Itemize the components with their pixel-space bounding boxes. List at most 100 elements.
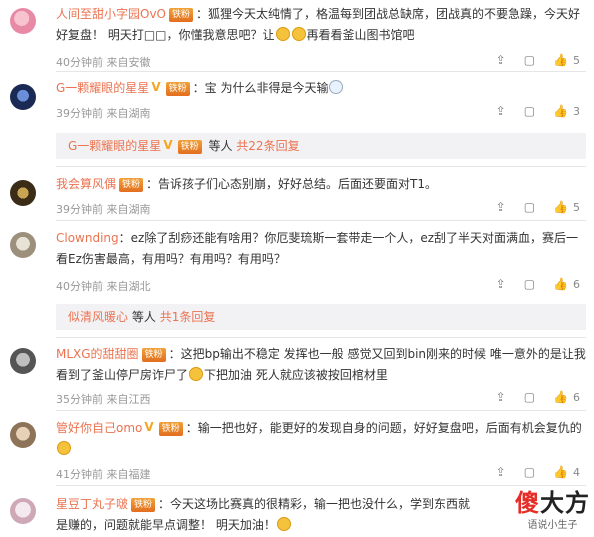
- comment-button[interactable]: ▢: [524, 277, 535, 291]
- username[interactable]: 我会算风偶: [56, 177, 116, 191]
- fan-badge: 铁粉: [165, 82, 190, 96]
- like-button[interactable]: 👍 6: [553, 390, 580, 404]
- view-replies-link[interactable]: 共1条回复: [160, 310, 216, 324]
- thumbs-up-icon: 👍: [553, 200, 568, 214]
- divider: [56, 485, 586, 486]
- divider: [56, 71, 586, 72]
- like-button[interactable]: 👍 3: [553, 104, 580, 118]
- share-button[interactable]: ⇪: [496, 104, 506, 118]
- share-icon: ⇪: [495, 465, 506, 479]
- emoji-icon: [329, 80, 344, 94]
- comment-button[interactable]: ▢: [524, 53, 535, 67]
- comment-button[interactable]: ▢: [524, 200, 535, 214]
- share-button[interactable]: ⇪: [496, 277, 506, 291]
- avatar[interactable]: [10, 84, 36, 110]
- username[interactable]: Clownding: [56, 231, 119, 245]
- like-count: 3: [573, 104, 580, 118]
- avatar[interactable]: [10, 180, 36, 206]
- flexed-arm-emoji-icon: [57, 441, 71, 455]
- thumbs-up-icon: 👍: [553, 53, 568, 67]
- comment-icon: ▢: [523, 465, 536, 479]
- avatar[interactable]: [10, 498, 36, 524]
- emoji-icon: [275, 27, 290, 41]
- divider: [56, 410, 586, 411]
- comment-text: ez除了刮痧还能有啥用？你厄斐琉斯一套带走一个人，ez刮了半天对面满血，赛后一看…: [56, 231, 579, 266]
- avatar[interactable]: [10, 348, 36, 374]
- emoji-icon: [291, 27, 306, 41]
- comment-time: 35分钟前: [56, 393, 103, 406]
- share-icon: ⇪: [495, 104, 506, 118]
- comment-text: 告诉孩子们心态别崩，好好总结。后面还要面对T1。: [158, 177, 438, 191]
- watermark-black-text: 大方: [540, 489, 590, 517]
- comment-text: 输一把也好，能更好的发现自身的问题，好好复盘吧，后面有机会复仇的: [197, 421, 582, 435]
- like-count: 5: [573, 200, 580, 214]
- comment-button[interactable]: ▢: [524, 104, 535, 118]
- comment-icon: ▢: [523, 200, 536, 214]
- watermark-subtext: 语说小生子: [527, 520, 578, 531]
- comment-icon: ▢: [523, 390, 536, 404]
- share-button[interactable]: ⇪: [496, 200, 506, 214]
- divider: [56, 166, 586, 167]
- like-count: 6: [573, 390, 580, 404]
- username[interactable]: 星豆丁丸子啵: [56, 497, 128, 511]
- comment-time: 40分钟前: [56, 56, 103, 69]
- fan-badge: 铁粉: [177, 140, 202, 154]
- share-icon: ⇪: [495, 200, 506, 214]
- share-button[interactable]: ⇪: [496, 465, 506, 479]
- comment-location: 来自湖南: [106, 203, 151, 216]
- reply-preview[interactable]: G一颗耀眼的星星 V 铁粉 等人 共22条回复: [56, 133, 586, 159]
- verified-icon: V: [151, 80, 161, 94]
- share-button[interactable]: ⇪: [496, 390, 506, 404]
- comment-icon: ▢: [523, 53, 536, 67]
- avatar[interactable]: [10, 422, 36, 448]
- fan-badge: 铁粉: [119, 178, 144, 192]
- like-button[interactable]: 👍 6: [553, 277, 580, 291]
- like-button[interactable]: 👍 5: [553, 200, 580, 214]
- comment-text: 宝 为什么非得是今天输: [204, 81, 329, 95]
- comment-location: 来自江西: [106, 393, 151, 406]
- comment-location: 来自湖北: [106, 280, 151, 293]
- divider: [56, 337, 586, 338]
- watermark-red-text: 傻: [515, 489, 540, 517]
- share-button[interactable]: ⇪: [496, 53, 506, 67]
- thumbs-up-icon: 👍: [553, 104, 568, 118]
- comment-location: 来自湖南: [106, 107, 151, 120]
- like-count: 5: [573, 53, 580, 67]
- avatar[interactable]: [10, 8, 36, 34]
- comment-time: 39分钟前: [56, 107, 103, 120]
- verified-icon: V: [163, 138, 173, 152]
- like-button[interactable]: 👍 5: [553, 53, 580, 67]
- thumbs-up-icon: 👍: [553, 277, 568, 291]
- share-icon: ⇪: [495, 277, 506, 291]
- share-icon: ⇪: [495, 390, 506, 404]
- reply-username[interactable]: 似清风暖心: [68, 310, 128, 324]
- avatar[interactable]: [10, 232, 36, 258]
- view-replies-link[interactable]: 共22条回复: [236, 139, 299, 153]
- comment-icon: ▢: [523, 277, 536, 291]
- divider: [56, 220, 586, 221]
- comment-button[interactable]: ▢: [524, 465, 535, 479]
- like-count: 4: [573, 465, 580, 479]
- fan-badge: 铁粉: [141, 348, 166, 362]
- comment-location: 来自安徽: [106, 56, 151, 69]
- username[interactable]: MLXG的甜甜圈: [56, 347, 139, 361]
- comment-text-tail: 再看看釜山图书馆吧: [306, 28, 415, 42]
- share-icon: ⇪: [495, 53, 506, 67]
- reply-text: 等人: [208, 139, 233, 153]
- comment-text-tail: 下把加油 死人就应该被按回棺材里: [204, 368, 388, 382]
- comment-button[interactable]: ▢: [524, 390, 535, 404]
- fan-badge: 铁粉: [158, 422, 183, 436]
- watermark: 傻大方 语说小生子: [515, 490, 590, 531]
- username[interactable]: 人间至甜小字园OvO: [56, 7, 166, 21]
- username[interactable]: 管好你自己omo: [56, 421, 142, 435]
- comment-location: 来自福建: [106, 468, 151, 481]
- username[interactable]: G一颗耀眼的星星: [56, 81, 149, 95]
- thumbs-up-icon: 👍: [553, 390, 568, 404]
- reply-text: 等人: [131, 310, 156, 324]
- verified-icon: V: [144, 420, 154, 434]
- like-button[interactable]: 👍 4: [553, 465, 580, 479]
- fan-badge: 铁粉: [131, 498, 156, 512]
- comment-time: 41分钟前: [56, 468, 103, 481]
- reply-username[interactable]: G一颗耀眼的星星: [68, 139, 161, 153]
- reply-preview[interactable]: 似清风暖心 等人 共1条回复: [56, 304, 586, 330]
